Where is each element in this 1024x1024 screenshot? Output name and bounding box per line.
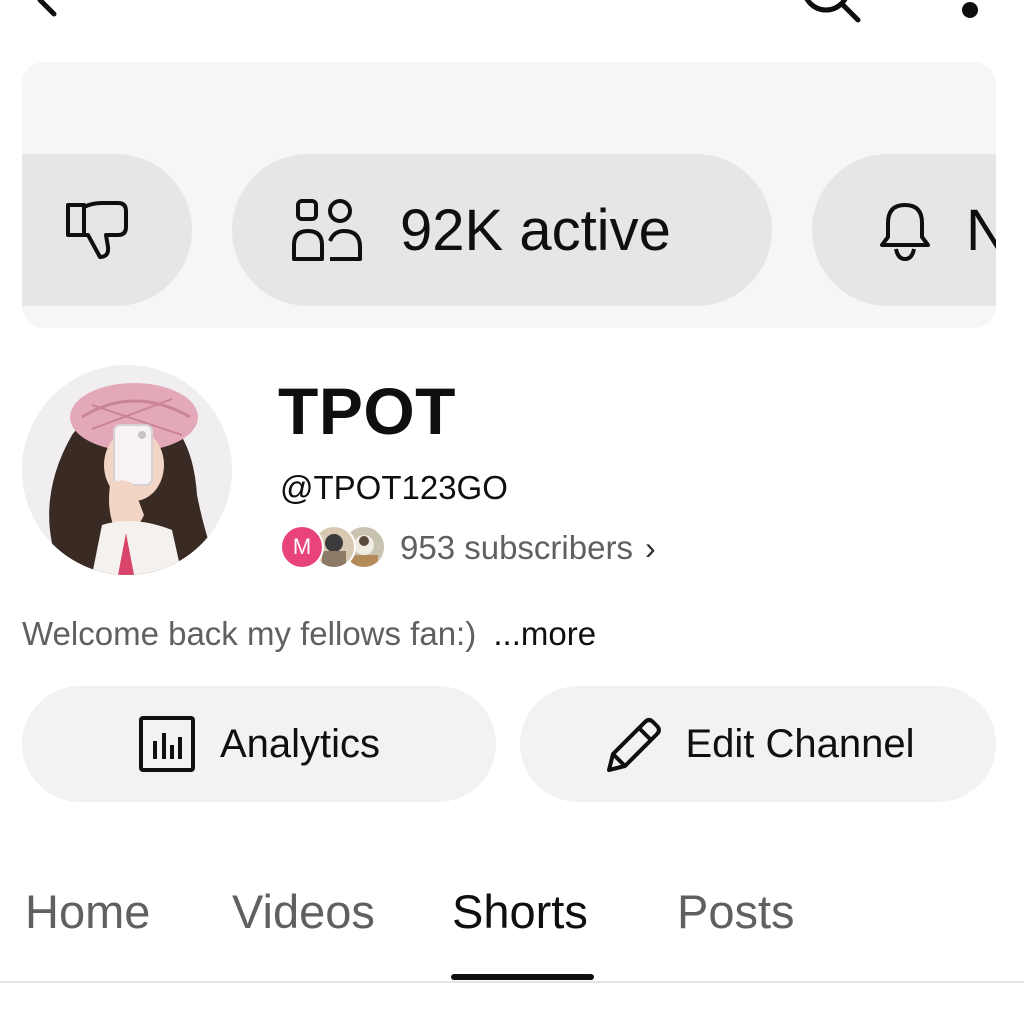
subscribers-row[interactable]: M 953 subscribers › [280, 523, 656, 573]
more-link[interactable]: ...more [493, 615, 596, 652]
description-text: Welcome back my fellows fan:) [22, 615, 477, 652]
subscriber-avatars: M [280, 523, 390, 573]
chevron-right-icon: › [644, 529, 656, 566]
dislike-chip[interactable] [22, 154, 192, 306]
avatar-illustration [22, 365, 232, 575]
channel-avatar[interactable] [22, 365, 232, 575]
subscriber-count: 953 subscribers [400, 529, 633, 566]
community-chips-carousel: 92K active N [22, 62, 996, 328]
channel-tabs: Home Videos Shorts Posts [0, 870, 1024, 982]
top-app-bar [0, 0, 1024, 40]
thumbs-down-icon [66, 201, 128, 259]
channel-handle: @TPOT123GO [280, 469, 508, 506]
analytics-button[interactable]: Analytics [22, 686, 496, 802]
tabs-divider [0, 981, 1024, 983]
channel-page: 92K active N TPOT @TPOT123GO M 953 subsc… [0, 0, 1024, 1024]
active-tab-indicator [451, 974, 594, 980]
tab-videos[interactable]: Videos [232, 884, 375, 940]
edit-channel-label: Edit Channel [685, 721, 915, 766]
chevron-left-icon[interactable] [28, 0, 68, 22]
analytics-icon [138, 716, 195, 772]
bell-icon [880, 203, 930, 262]
tab-posts[interactable]: Posts [677, 884, 795, 940]
subscriber-avatar: M [280, 525, 324, 569]
more-vertical-icon[interactable] [962, 2, 978, 18]
channel-description[interactable]: Welcome back my fellows fan:) ...more [22, 612, 596, 656]
active-members-chip[interactable]: 92K active [232, 154, 772, 306]
search-icon[interactable] [796, 0, 866, 24]
tab-home[interactable]: Home [25, 884, 150, 940]
edit-channel-button[interactable]: Edit Channel [520, 686, 996, 802]
pencil-icon [607, 718, 662, 772]
notifications-label: N [966, 197, 996, 263]
channel-name: TPOT [278, 374, 456, 448]
notifications-chip[interactable]: N [812, 154, 996, 306]
active-members-label: 92K active [400, 197, 671, 263]
people-icon [292, 199, 362, 261]
tab-shorts[interactable]: Shorts [452, 884, 588, 940]
analytics-label: Analytics [219, 721, 381, 766]
